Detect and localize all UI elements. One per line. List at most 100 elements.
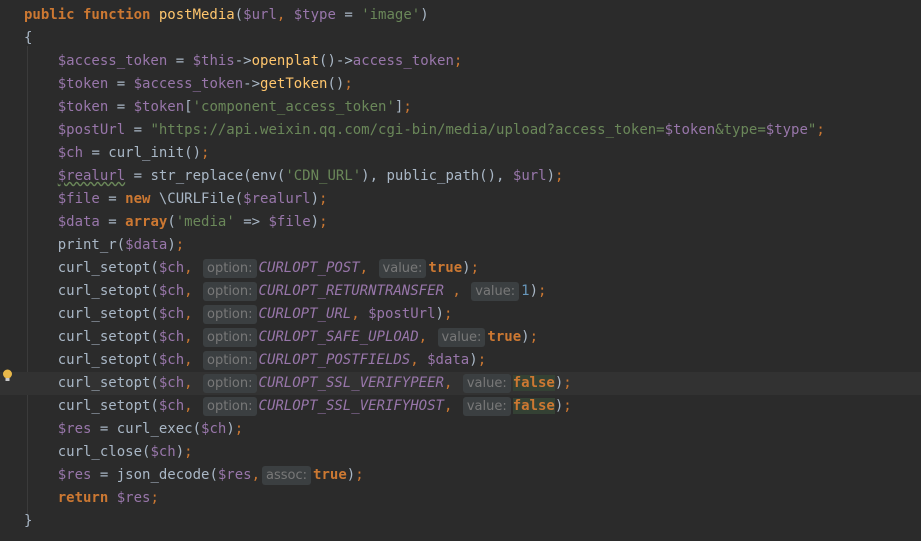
parameter-hint: option:: [203, 374, 257, 393]
code-line-14[interactable]: curl_setopt($ch, option: CURLOPT_URL, $po…: [0, 303, 921, 326]
code-token: &type=: [715, 122, 766, 138]
code-token: ;: [470, 260, 480, 276]
code-token: curl_setopt(: [24, 306, 159, 322]
code-token: ,: [351, 306, 369, 322]
code-line-22[interactable]: return $res;: [0, 487, 921, 510]
code-token: =: [167, 53, 193, 69]
code-token: ,: [184, 352, 202, 368]
code-token: ): [469, 352, 478, 368]
parameter-hint: assoc:: [262, 466, 312, 485]
code-line-text: $access_token = $this->openplat()->acces…: [24, 50, 463, 73]
code-token: $token: [133, 99, 185, 115]
code-token: ): [226, 421, 235, 437]
code-token: $data: [427, 352, 470, 368]
code-token: ;: [175, 237, 185, 253]
code-token: access_token: [352, 53, 454, 69]
code-token: = str_replace(env(: [125, 168, 286, 184]
parameter-hint: value:: [462, 397, 511, 416]
code-token: ): [346, 467, 356, 483]
code-token: ,: [184, 306, 202, 322]
code-line-2[interactable]: {: [0, 27, 921, 50]
code-line-6[interactable]: $postUrl = "https://api.weixin.qq.com/cg…: [0, 119, 921, 142]
code-token: openplat: [251, 53, 320, 69]
code-token: 'component_access_token': [192, 99, 395, 115]
code-line-13[interactable]: curl_setopt($ch, option: CURLOPT_RETURNTR…: [0, 280, 921, 303]
code-line-text: $res = json_decode($res, assoc: true);: [24, 464, 364, 487]
code-token: ;: [529, 329, 539, 345]
code-token: =: [99, 191, 126, 207]
code-token: ;: [344, 76, 353, 92]
code-token: 'media': [175, 214, 235, 230]
code-token: $url: [243, 7, 277, 23]
code-line-1[interactable]: public function postMedia($url, $type = …: [0, 4, 921, 27]
code-token: CURLOPT_SAFE_UPLOAD: [258, 329, 419, 345]
code-token: curl_setopt(: [24, 329, 159, 345]
code-token: ,: [359, 260, 377, 276]
code-token: ,: [410, 352, 428, 368]
code-token: ,: [443, 283, 470, 299]
code-line-text: $realurl = str_replace(env('CDN_URL'), p…: [24, 165, 564, 188]
code-token: ;: [234, 421, 244, 437]
code-line-text: $postUrl = "https://api.weixin.qq.com/cg…: [24, 119, 825, 142]
code-token: ;: [184, 444, 193, 460]
code-token: ,: [251, 467, 261, 483]
code-line-11[interactable]: print_r($data);: [0, 234, 921, 257]
code-line-7[interactable]: $ch = curl_init();: [0, 142, 921, 165]
code-token: print_r(: [24, 237, 126, 253]
code-line-21[interactable]: $res = json_decode($res, assoc: true);: [0, 464, 921, 487]
code-token: $ch: [158, 375, 185, 391]
code-line-10[interactable]: $data = array('media' => $file);: [0, 211, 921, 234]
code-token: = json_decode(: [91, 467, 218, 483]
code-token: ;: [563, 375, 572, 391]
code-line-text: $file = new \CURLFile($realurl);: [24, 188, 328, 211]
code-line-18[interactable]: curl_setopt($ch, option: CURLOPT_SSL_VERI…: [0, 395, 921, 418]
code-line-5[interactable]: $token = $token['component_access_token'…: [0, 96, 921, 119]
code-token: curl_setopt(: [24, 375, 159, 391]
code-line-20[interactable]: curl_close($ch);: [0, 441, 921, 464]
code-line-8[interactable]: $realurl = str_replace(env('CDN_URL'), p…: [0, 165, 921, 188]
code-token: (: [234, 7, 244, 23]
code-line-text: curl_setopt($ch, option: CURLOPT_POST, va…: [24, 257, 479, 280]
code-token: $res: [24, 421, 92, 437]
code-token: $res: [217, 467, 252, 483]
code-token: $token: [24, 99, 109, 115]
code-token: $token: [664, 122, 716, 138]
code-token: ,: [184, 398, 202, 414]
code-line-23[interactable]: }: [0, 510, 921, 533]
code-token: ;: [355, 467, 364, 483]
code-token: $ch: [158, 260, 185, 276]
code-token: ,: [184, 375, 202, 391]
code-line-3[interactable]: $access_token = $this->openplat()->acces…: [0, 50, 921, 73]
code-line-16[interactable]: curl_setopt($ch, option: CURLOPT_POSTFIEL…: [0, 349, 921, 372]
code-token: ): [175, 444, 185, 460]
code-line-text: curl_setopt($ch, option: CURLOPT_RETURNTR…: [24, 280, 546, 303]
code-line-text: curl_close($ch);: [24, 441, 193, 464]
code-token: $access_token: [133, 76, 244, 92]
code-token: }: [24, 513, 33, 529]
code-token: $res: [24, 467, 92, 483]
code-token: ;: [403, 99, 412, 115]
code-token: $realurl: [243, 191, 311, 207]
code-line-12[interactable]: curl_setopt($ch, option: CURLOPT_POST, va…: [0, 257, 921, 280]
code-token: 1: [521, 283, 530, 299]
code-token: $res: [116, 490, 151, 506]
code-line-text: curl_setopt($ch, option: CURLOPT_SSL_VERI…: [24, 372, 572, 395]
code-token: CURLOPT_POST: [258, 260, 360, 276]
code-line-text: curl_setopt($ch, option: CURLOPT_SAFE_UPL…: [24, 326, 538, 349]
code-token: ;: [563, 398, 572, 414]
code-token: ;: [150, 490, 159, 506]
code-editor[interactable]: public function postMedia($url, $type = …: [0, 0, 921, 541]
code-line-9[interactable]: $file = new \CURLFile($realurl);: [0, 188, 921, 211]
code-line-text: $data = array('media' => $file);: [24, 211, 328, 234]
code-line-17[interactable]: curl_setopt($ch, option: CURLOPT_SSL_VERI…: [0, 372, 921, 395]
code-line-19[interactable]: $res = curl_exec($ch);: [0, 418, 921, 441]
code-token: $postUrl: [24, 122, 126, 138]
code-token: =: [335, 7, 362, 23]
code-line-15[interactable]: curl_setopt($ch, option: CURLOPT_SAFE_UPL…: [0, 326, 921, 349]
lightbulb-icon[interactable]: [2, 369, 13, 382]
code-line-4[interactable]: $token = $access_token->getToken();: [0, 73, 921, 96]
code-line-text: return $res;: [24, 487, 159, 510]
code-token: $data: [125, 237, 168, 253]
code-token: true: [313, 467, 347, 483]
